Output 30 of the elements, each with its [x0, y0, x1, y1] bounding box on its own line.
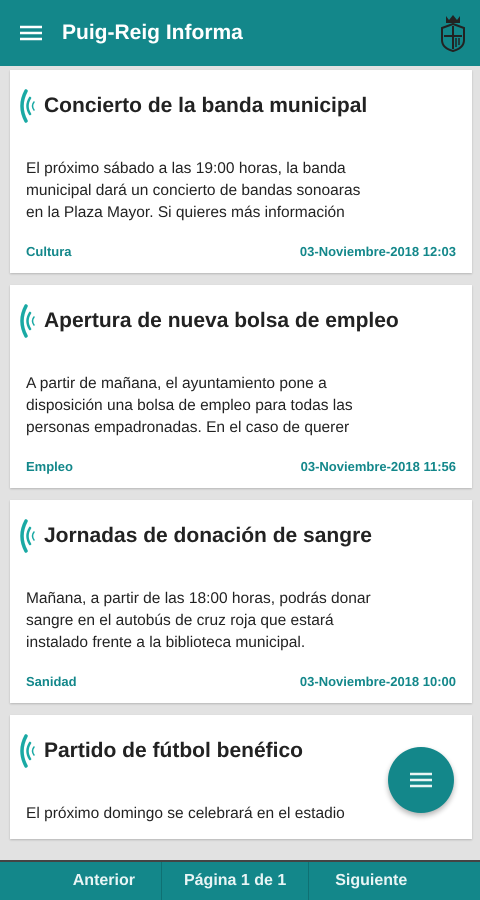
app-title: Puig-Reig Informa: [62, 21, 244, 45]
news-summary: Mañana, a partir de las 18:00 horas, podrás donar sangre en el autobús de cruz roja que estará instalado frente a la biblioteca municipal.: [26, 589, 372, 653]
menu-icon: [20, 25, 42, 41]
news-card[interactable]: [10, 70, 472, 273]
signal-icon: [18, 88, 36, 124]
signal-icon: [18, 303, 36, 339]
news-category: Cultura: [26, 244, 72, 259]
news-date: 03-Noviembre-2018 12:03: [300, 244, 456, 259]
news-card[interactable]: [10, 500, 472, 703]
news-category: Sanidad: [26, 674, 77, 689]
news-card[interactable]: Partido de fútbol benéfico El próximo domingo se celebrará en el estadio: [10, 715, 472, 839]
news-summary: A partir de mañana, el ayuntamiento pone a disposición una bolsa de empleo para todas las personas empadronadas. En el caso de querer: [26, 374, 354, 438]
news-summary: El próximo sábado a las 19:00 horas, la banda municipal dará un concierto de bandas sonoaras en la Plaza Mayor. Si quieres más información: [26, 159, 362, 223]
news-title: Concierto de la banda municipal: [44, 94, 368, 118]
menu-button[interactable]: [20, 25, 42, 41]
news-title: Jornadas de donación de sangre: [44, 524, 372, 548]
coat-of-arms-icon: [438, 14, 468, 52]
signal-icon: [18, 733, 36, 769]
news-summary: El próximo domingo se celebrará en el estadio: [26, 804, 346, 824]
signal-icon: [18, 518, 36, 554]
news-date: 03-Noviembre-2018 11:56: [300, 459, 456, 474]
next-button[interactable]: Siguiente: [309, 862, 434, 900]
news-card[interactable]: Apertura de nueva bolsa de empleo A partir de mañana, el ayuntamiento pone a disposición una bolsa de empleo para todas las personas empadronadas. En el caso de querer Empleo 03-Noviembre-2018 11:56: [10, 285, 472, 488]
news-date: 03-Noviembre-2018 10:00: [300, 674, 456, 689]
news-category: Empleo: [26, 459, 73, 474]
previous-button[interactable]: Anterior: [46, 862, 161, 900]
news-title: Apertura de nueva bolsa de empleo: [44, 309, 399, 333]
menu-icon: [410, 772, 432, 788]
page-indicator: Página 1 de 1: [160, 862, 310, 900]
news-title: Partido de fútbol benéfico: [44, 739, 304, 763]
